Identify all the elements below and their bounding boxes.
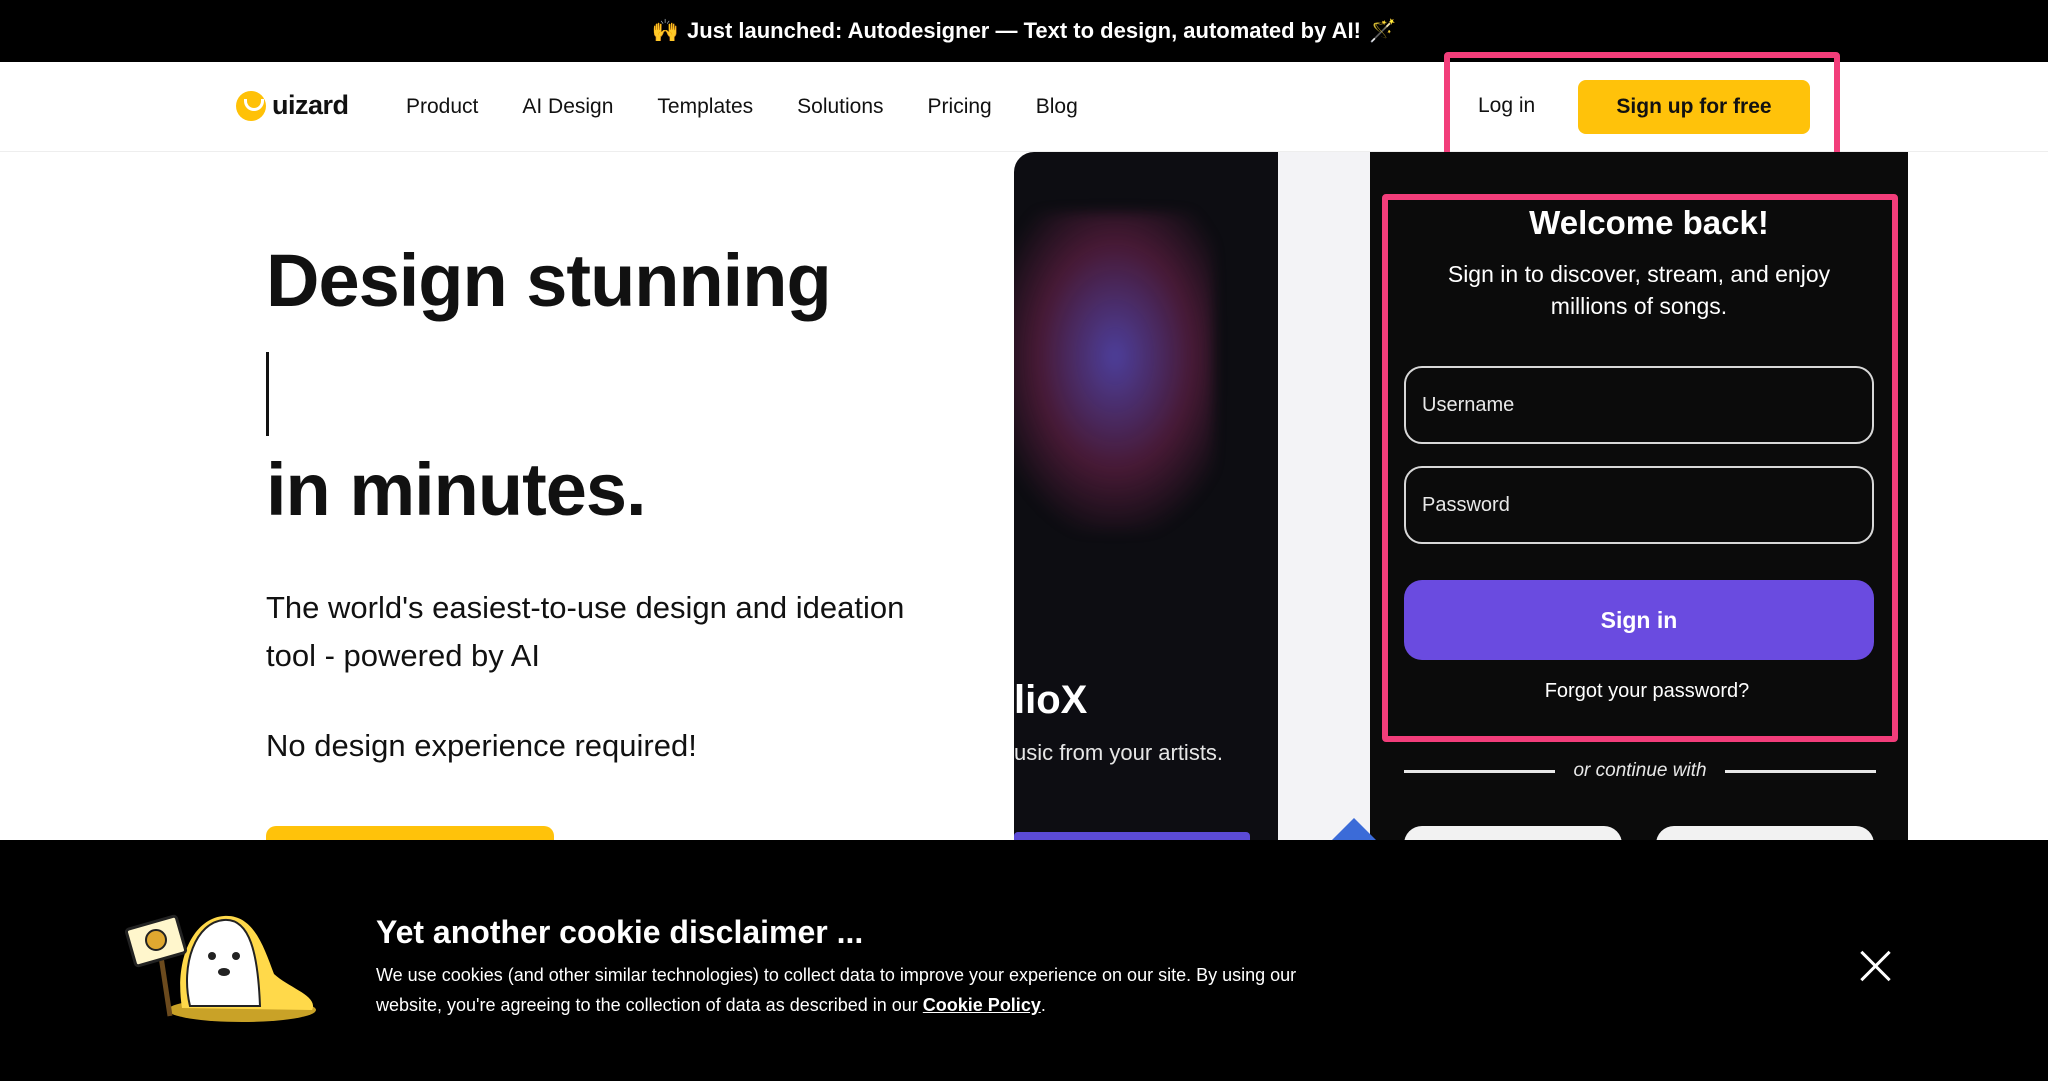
seal-mascot-icon: [124, 914, 316, 1022]
cookie-policy-link[interactable]: Cookie Policy: [923, 995, 1041, 1015]
nav-link-pricing[interactable]: Pricing: [928, 95, 992, 119]
announcement-text: Just launched: Autodesigner — Text to de…: [687, 18, 1361, 43]
mockup-purple-button: [1014, 832, 1250, 840]
divider-line-right: [1724, 769, 1877, 773]
mockup-app-description: usic from your artists.: [1014, 740, 1224, 765]
nav-link-ai-design[interactable]: AI Design: [522, 95, 613, 119]
nav-link-product[interactable]: Product: [406, 95, 478, 119]
password-field[interactable]: [1404, 466, 1874, 544]
hero-subtitle-2: No design experience required!: [266, 728, 697, 763]
cookie-banner-title: Yet another cookie disclaimer ...: [376, 914, 864, 950]
mockup-music-app-screen: lioX usic from your artists.: [1014, 152, 1278, 840]
mockup-gap: [1278, 152, 1370, 840]
forgot-password-link[interactable]: Forgot your password?: [1402, 680, 1892, 703]
cookie-banner-period: .: [1040, 995, 1046, 1015]
uizard-logo[interactable]: uizard: [236, 90, 349, 121]
mockup-app-title: lioX: [1014, 678, 1088, 722]
raised-hands-emoji-icon: 🙌: [651, 18, 680, 43]
hero-title-line1: Design stunning: [266, 239, 832, 322]
or-continue-text: or continue with: [1573, 760, 1707, 781]
paper-plane-icon: [1330, 818, 1378, 842]
nav-link-solutions[interactable]: Solutions: [797, 95, 883, 119]
nav-link-templates[interactable]: Templates: [657, 95, 753, 119]
cookie-banner-text: We use cookies (and other similar techno…: [376, 960, 1316, 1020]
username-field[interactable]: [1404, 366, 1874, 444]
divider-line-left: [1404, 769, 1556, 773]
mockup-artist-image: [1014, 212, 1214, 532]
signup-button[interactable]: Sign up for free: [1578, 80, 1810, 134]
magic-wand-emoji-icon: 🪄: [1368, 18, 1397, 43]
uizard-logo-icon: [236, 90, 266, 121]
cookie-banner-body: We use cookies (and other similar techno…: [376, 965, 1297, 1015]
or-continue-divider: or continue with: [1404, 760, 1877, 782]
signin-button[interactable]: Sign in: [1404, 580, 1874, 660]
nav-links: Product AI Design Templates Solutions Pr…: [406, 62, 1078, 152]
login-link[interactable]: Log in: [1478, 94, 1535, 118]
cookie-banner: Yet another cookie disclaimer ... We use…: [0, 840, 2048, 1081]
hero-title-line2: in minutes.: [266, 448, 647, 531]
typing-cursor: [266, 352, 269, 436]
login-card-title: Welcome back!: [1529, 204, 1769, 241]
hero-subtitle: The world's easiest-to-use design and id…: [266, 590, 905, 673]
close-icon[interactable]: [1856, 946, 1896, 986]
login-card-subtitle: Sign in to discover, stream, and enjoy m…: [1447, 261, 1831, 319]
nav-link-blog[interactable]: Blog: [1036, 95, 1078, 119]
logo-wordmark: uizard: [272, 90, 349, 120]
